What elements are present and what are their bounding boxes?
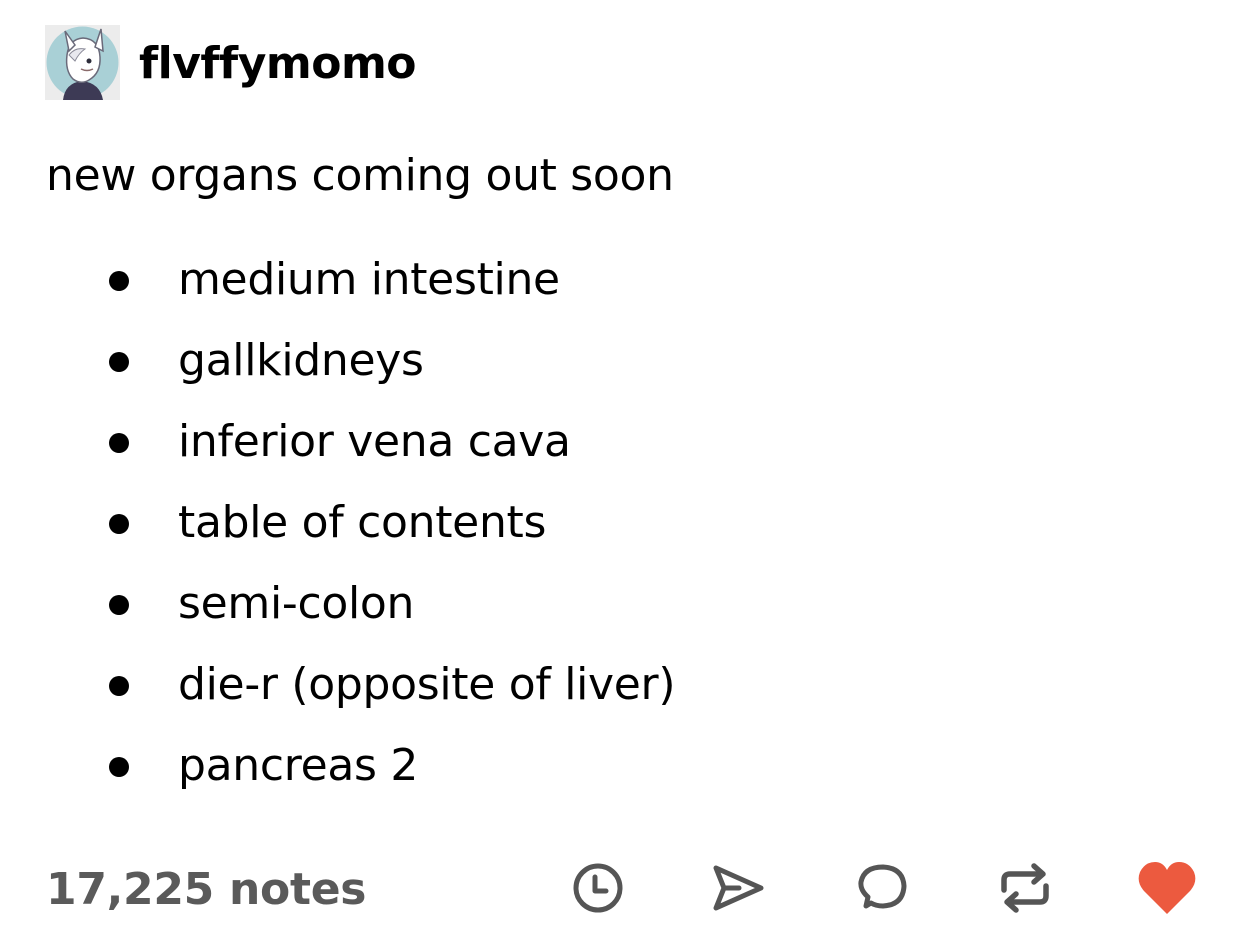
reply-button[interactable] — [852, 858, 912, 918]
avatar[interactable] — [45, 25, 120, 100]
like-heart-icon — [1138, 862, 1196, 914]
list-item: semi-colon — [0, 574, 900, 634]
list-item: medium intestine — [0, 250, 900, 310]
avatar-character-icon — [45, 25, 120, 100]
reblog-icon — [1001, 863, 1049, 913]
username[interactable]: flvffymomo — [139, 38, 417, 90]
list-item-label: table of contents — [178, 497, 547, 548]
bullet — [109, 757, 129, 777]
share-icon — [713, 865, 764, 911]
bullet — [109, 595, 129, 615]
list-item-label: inferior vena cava — [178, 416, 571, 467]
list-item-label: medium intestine — [178, 254, 560, 305]
bullet — [109, 433, 129, 453]
like-button[interactable] — [1137, 858, 1197, 918]
list-item-label: pancreas 2 — [178, 740, 419, 791]
bullet — [109, 271, 129, 291]
list-item-label: semi-colon — [178, 578, 415, 629]
list-item-label: gallkidneys — [178, 335, 424, 386]
bullet — [109, 514, 129, 534]
list-item: table of contents — [0, 493, 900, 553]
clock-icon — [573, 863, 623, 913]
bullet — [109, 676, 129, 696]
list-item: gallkidneys — [0, 331, 900, 391]
share-button[interactable] — [708, 858, 768, 918]
list-item: inferior vena cava — [0, 412, 900, 472]
list-item: pancreas 2 — [0, 736, 900, 796]
bullet — [109, 352, 129, 372]
activity-button[interactable] — [568, 858, 628, 918]
list-item: die-r (opposite of liver) — [0, 655, 900, 715]
post-text: new organs coming out soon — [46, 150, 674, 201]
reblog-button[interactable] — [995, 858, 1055, 918]
notes-count[interactable]: 17,225 notes — [46, 864, 366, 916]
reply-icon — [858, 864, 907, 909]
list-item-label: die-r (opposite of liver) — [178, 659, 676, 710]
